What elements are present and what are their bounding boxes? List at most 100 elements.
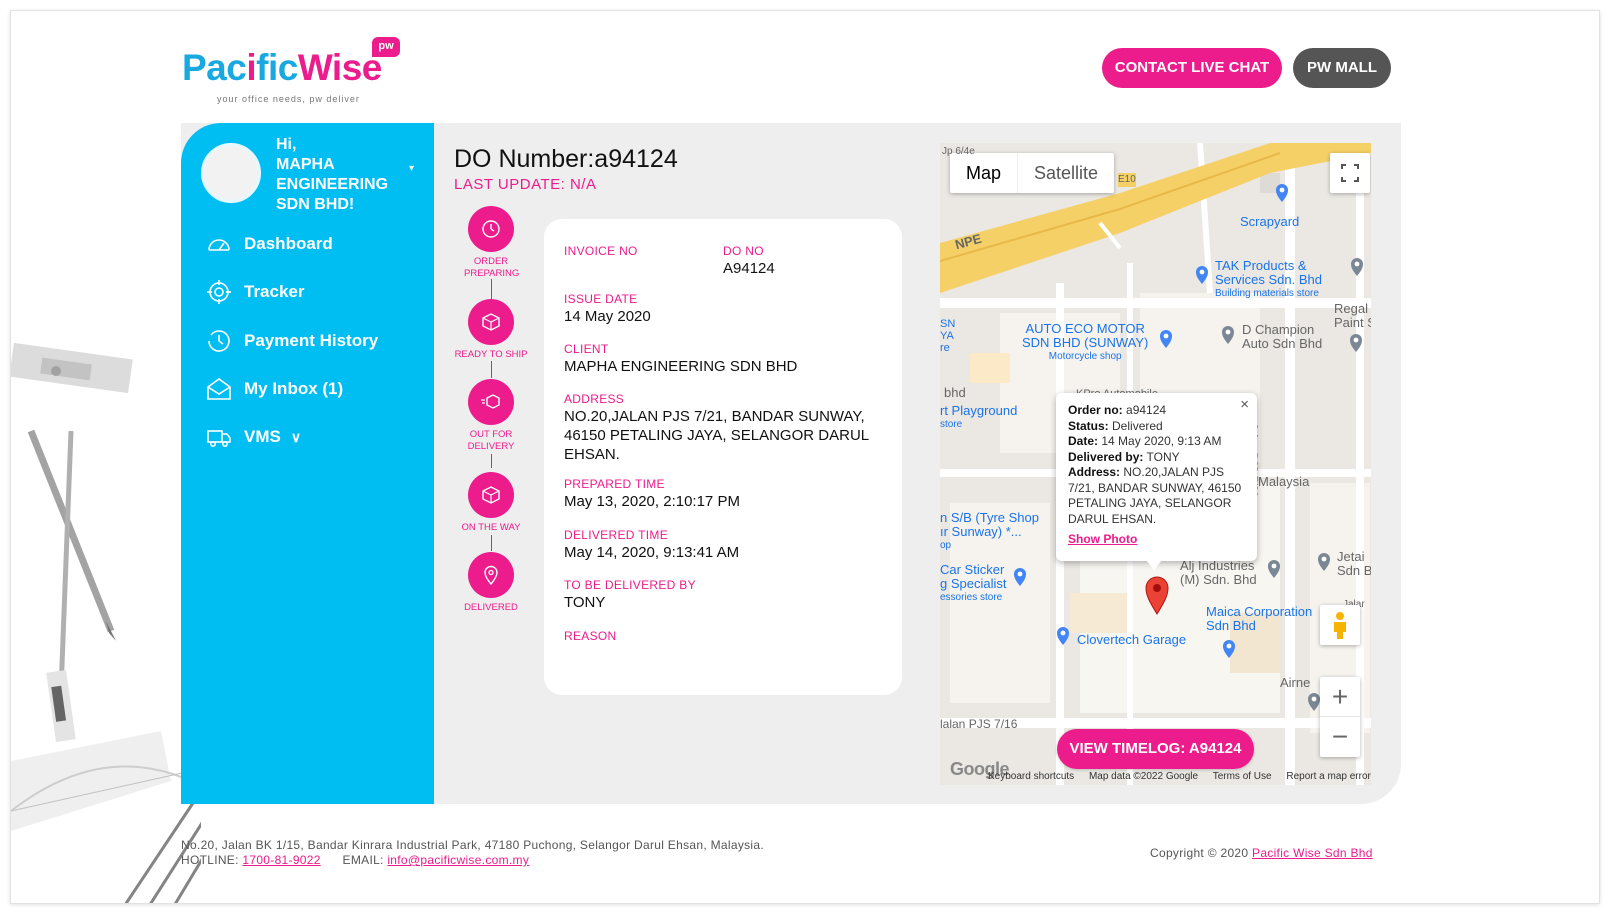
terms-of-use-link[interactable]: Terms of Use [1213, 771, 1272, 782]
sidebar-item-tracker[interactable]: Tracker [206, 276, 305, 308]
info-window-close-icon[interactable]: × [1240, 397, 1249, 413]
poi-pin-icon [1276, 184, 1288, 202]
map-label: E10 [1118, 173, 1136, 187]
crosshair-icon [207, 280, 231, 304]
copyright-text: Copyright © 2020 Pacific Wise Sdn Bhd [1150, 846, 1373, 860]
page-frame: PacificWise pw your office needs, pw del… [10, 10, 1600, 904]
do-no-label: DO NO [723, 244, 764, 258]
footer-address: No.20, Jalan BK 1/15, Bandar Kinrara Ind… [181, 838, 764, 867]
map-label: RegalPaint S [1334, 301, 1371, 330]
step-label: ORDER PREPARING [464, 256, 520, 279]
pw-mall-button[interactable]: PW MALL [1293, 48, 1391, 88]
main-panel: Hi, MAPHA ENGINEERING SDN BHD! ▾ Dashboa… [181, 123, 1401, 804]
map-type-toggle: Map Satellite [950, 153, 1115, 193]
popup-status: Delivered [1112, 418, 1163, 433]
location-pin-icon [484, 565, 498, 586]
step-circle [468, 552, 514, 598]
map-tab[interactable]: Map [950, 153, 1017, 193]
address-value: NO.20,JALAN PJS 7/21, BANDAR SUNWAY, 461… [564, 408, 869, 463]
delivered-by-value: TONY [564, 594, 606, 611]
satellite-tab[interactable]: Satellite [1017, 153, 1114, 193]
user-name: MAPHA ENGINEERING SDN BHD! [276, 156, 389, 213]
prepared-time-value: May 13, 2020, 2:10:17 PM [564, 493, 740, 510]
sidebar-item-payment-history[interactable]: Payment History [206, 325, 378, 357]
zoom-out-button[interactable]: − [1320, 717, 1360, 757]
poi-pin-icon [1160, 330, 1172, 348]
delivered-time-value: May 14, 2020, 9:13:41 AM [564, 544, 740, 561]
map-attribution: Keyboard shortcuts Map data ©2022 Google… [988, 771, 1371, 782]
map-label: Scrapyard [1240, 214, 1300, 229]
sidebar-item-dashboard[interactable]: Dashboard [206, 228, 333, 260]
step-label: DELIVERED [464, 602, 518, 613]
do-number-title: DO Number:a94124 [454, 145, 678, 173]
poi-pin-icon [1057, 627, 1069, 645]
email-link[interactable]: info@pacificwise.com.my [387, 853, 529, 867]
show-photo-link[interactable]: Show Photo [1068, 532, 1137, 548]
popup-order-no: a94124 [1126, 403, 1167, 417]
issue-date-value: 14 May 2020 [564, 308, 651, 325]
map-data-text: Map data ©2022 Google [1088, 771, 1199, 782]
delivery-location-marker-icon[interactable] [1144, 575, 1170, 615]
poi-pin-icon [1223, 640, 1235, 658]
map-label: Airne [1280, 675, 1311, 690]
poi-pin-icon [1268, 560, 1280, 578]
truck-icon [207, 430, 231, 447]
zoom-controls: + − [1320, 677, 1360, 757]
fullscreen-icon [1341, 164, 1359, 182]
zoom-in-button[interactable]: + [1320, 677, 1360, 717]
address-label: ADDRESS [564, 392, 625, 406]
step-connector [491, 279, 492, 299]
clock-history-icon [208, 330, 230, 352]
street-view-pegman-button[interactable] [1320, 605, 1360, 645]
poi-pin-icon [1014, 568, 1026, 586]
step-out-for-delivery: OUT FOR DELIVERY [451, 379, 531, 453]
map-label: Maica Corporation Sdn Bhd [1206, 604, 1313, 633]
map-label: Jetai Sdn B [1337, 549, 1371, 578]
avatar[interactable] [201, 143, 261, 203]
map-label: Malaysia [1258, 474, 1310, 489]
step-connector [491, 535, 492, 551]
step-ready-to-ship: READY TO SHIP [451, 299, 531, 361]
user-greeting: Hi, MAPHA ENGINEERING SDN BHD! [276, 135, 406, 215]
map-label: n S/B (Tyre Shop ır Sunway) *... op [940, 510, 1039, 552]
step-connector [491, 361, 492, 378]
clock-icon [482, 220, 500, 238]
sidebar-item-my-inbox[interactable]: My Inbox (1) [206, 373, 343, 405]
fullscreen-button[interactable] [1330, 153, 1370, 193]
step-connector [491, 454, 492, 468]
map-label: Car Sticker g Specialist essories store [940, 562, 1007, 604]
delivered-by-label: TO BE DELIVERED BY [564, 578, 696, 592]
step-label: READY TO SHIP [454, 349, 528, 360]
logo-pw-badge: pw [372, 37, 400, 57]
sidebar: Hi, MAPHA ENGINEERING SDN BHD! ▾ Dashboa… [181, 123, 434, 804]
prepared-time-label: PREPARED TIME [564, 477, 665, 491]
do-no-value: A94124 [723, 260, 775, 277]
view-timelog-button[interactable]: VIEW TIMELOG: A94124 [1057, 729, 1254, 769]
box-check-icon [482, 486, 500, 504]
pacificwise-logo[interactable]: PacificWise pw your office needs, pw del… [182, 37, 412, 107]
invoice-no-label: INVOICE NO [564, 244, 638, 258]
poi-pin-icon [1222, 326, 1234, 344]
company-link[interactable]: Pacific Wise Sdn Bhd [1252, 846, 1373, 860]
map-label: Clovertech Garage [1077, 632, 1187, 647]
popup-delivered-by: TONY [1146, 449, 1180, 464]
sidebar-item-vms[interactable]: VMS ∨ [206, 421, 301, 453]
logo-wordmark: PacificWise [182, 47, 382, 88]
logo-tagline: your office needs, pw deliver [217, 94, 360, 104]
step-circle [468, 299, 514, 345]
step-label: ON THE WAY [461, 522, 521, 533]
client-value: MAPHA ENGINEERING SDN BHD [564, 358, 798, 375]
map-label: lalan PJS 7/16 [940, 717, 1018, 731]
delivery-map[interactable]: Map Satellite Jp 6/4e NPE E10 Scrapyard … [940, 143, 1371, 785]
keyboard-shortcuts-link[interactable]: Keyboard shortcuts [988, 771, 1074, 782]
report-map-error-link[interactable]: Report a map error [1286, 771, 1370, 782]
user-menu-caret-icon[interactable]: ▾ [409, 163, 414, 174]
map-label: Jp 6/4e [942, 146, 975, 157]
poi-pin-icon [1318, 553, 1330, 571]
poi-pin-icon [1351, 258, 1363, 276]
map-label: AUTO ECO MOTOR SDN BHD (SUNWAY) Motorcycle… [1022, 321, 1149, 363]
contact-live-chat-button[interactable]: CONTACT LIVE CHAT [1102, 48, 1282, 88]
step-on-the-way: ON THE WAY [451, 472, 531, 534]
map-label: TAK Products & Services Sdn. Bhd Building … [1215, 258, 1322, 300]
hotline-link[interactable]: 1700-81-9022 [242, 853, 320, 867]
